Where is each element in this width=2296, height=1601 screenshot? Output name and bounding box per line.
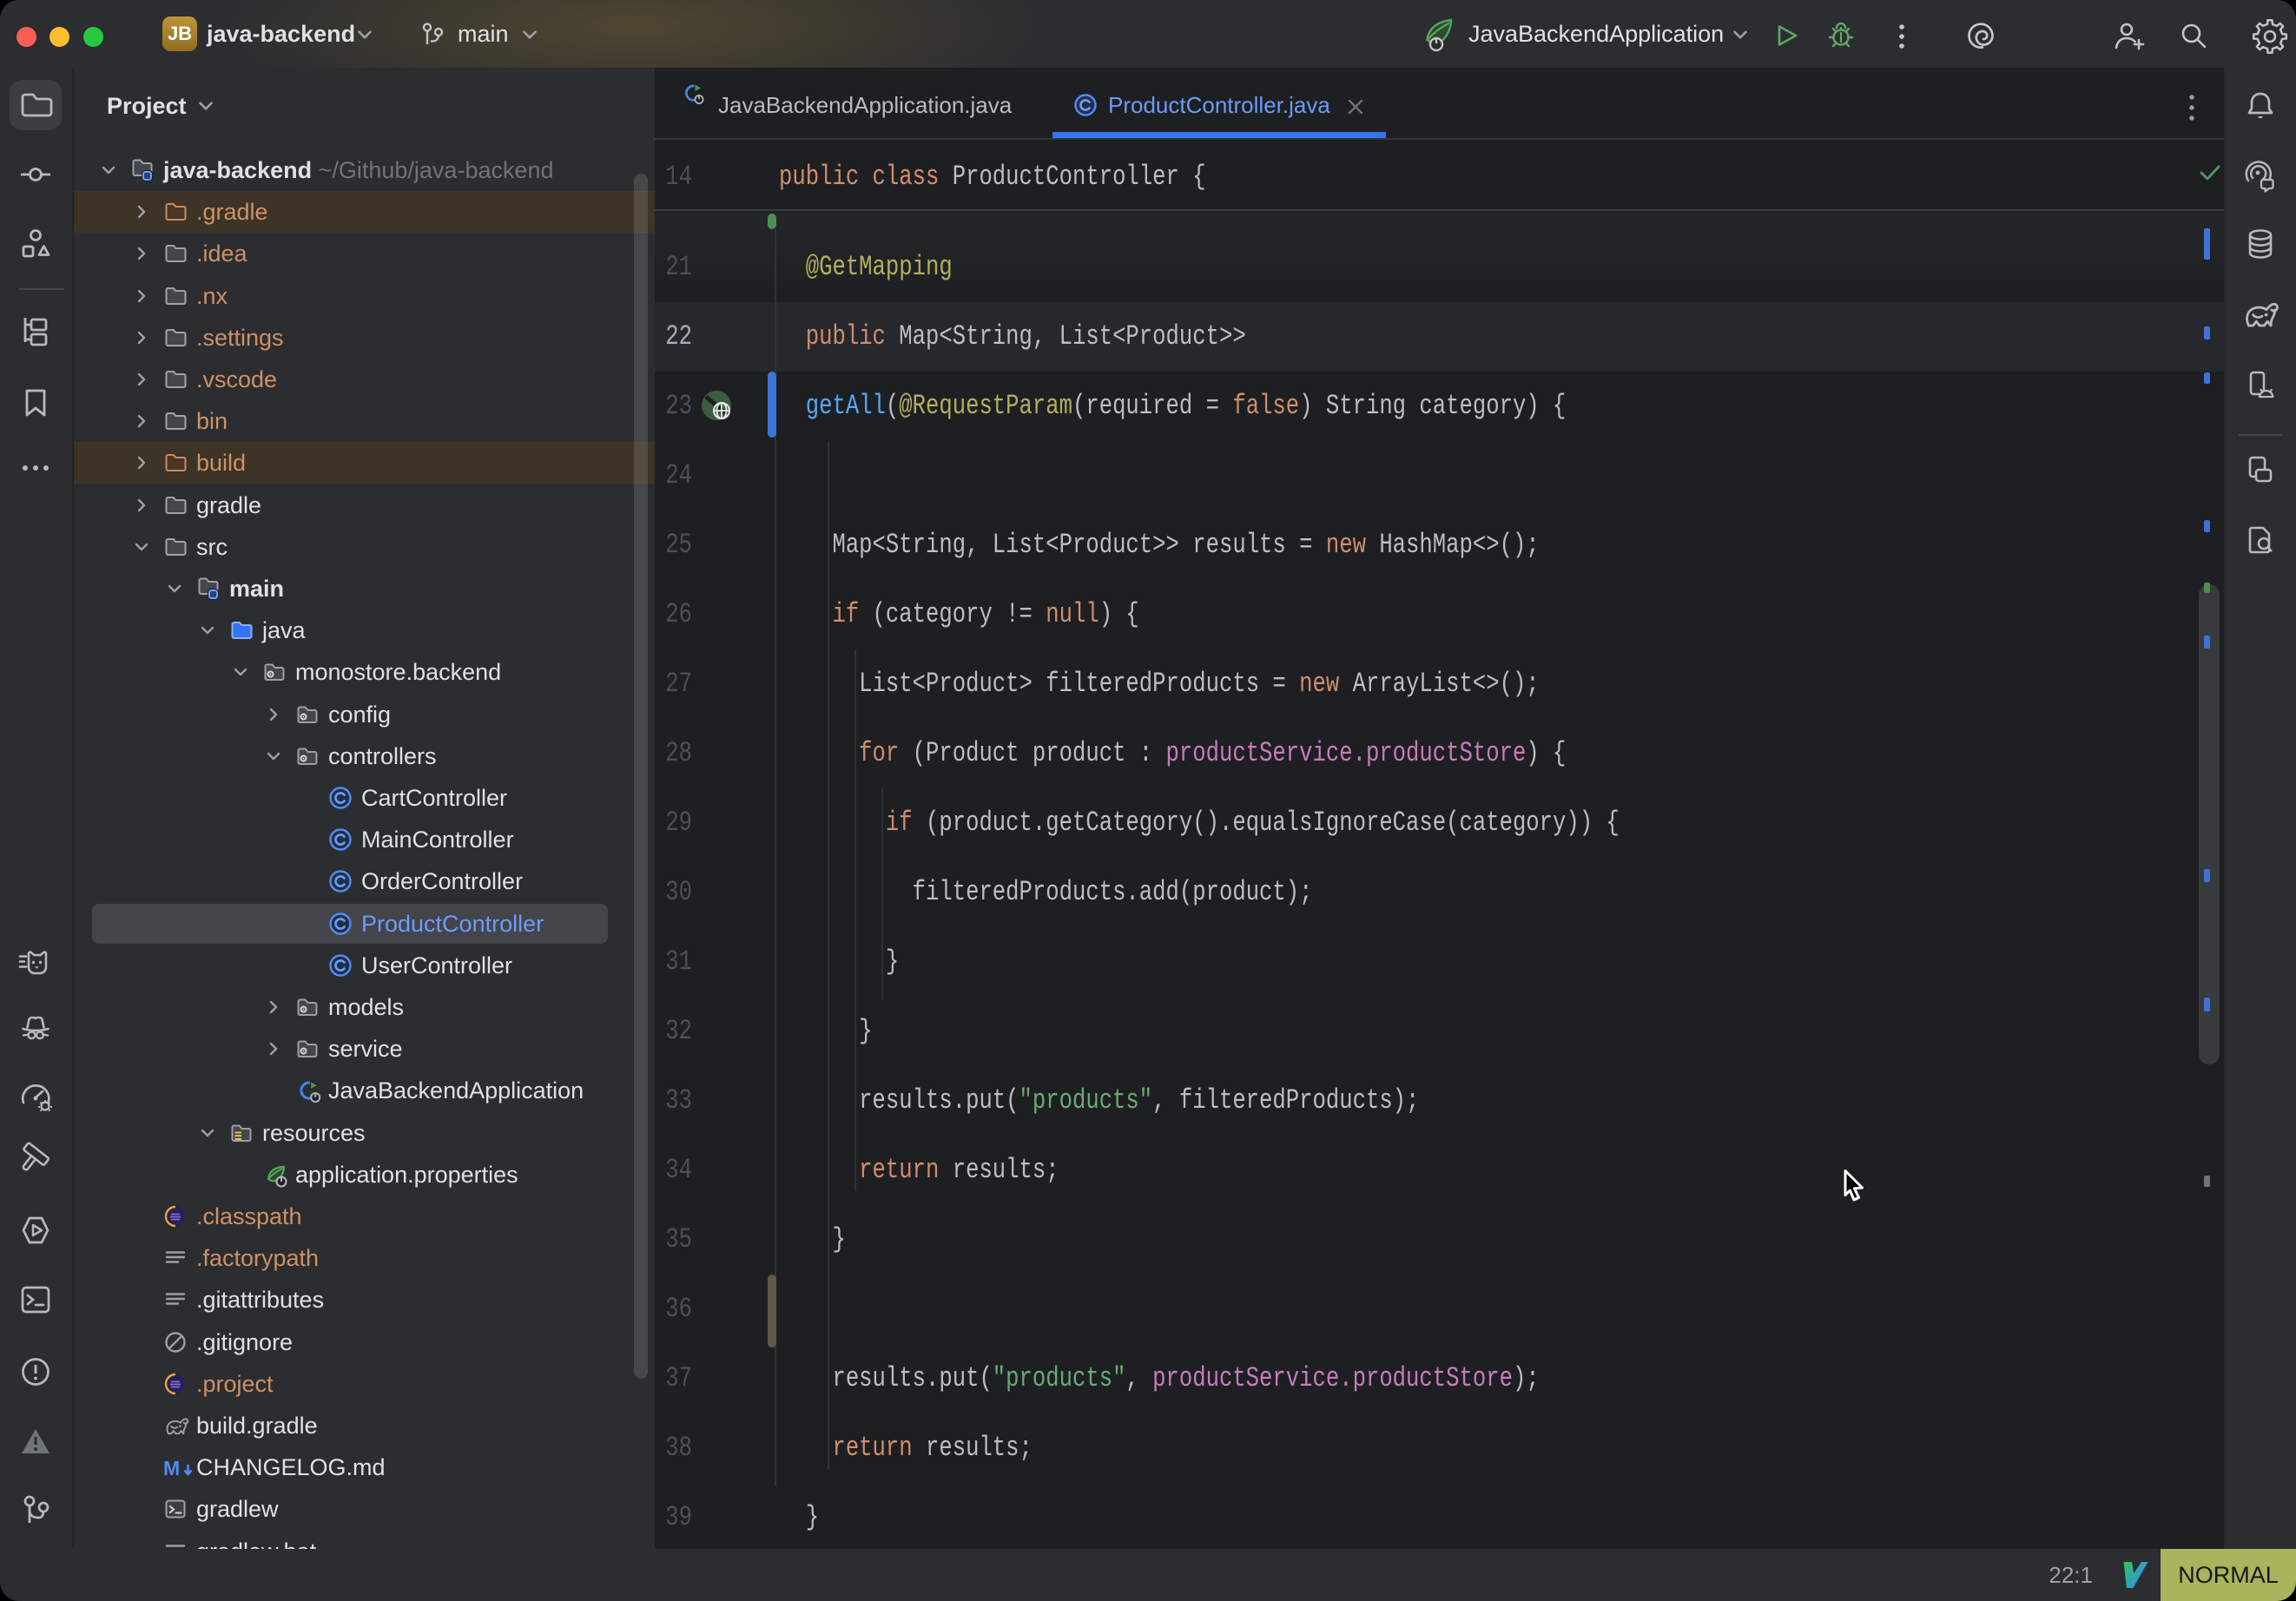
- svg-text:M: M: [163, 1457, 180, 1479]
